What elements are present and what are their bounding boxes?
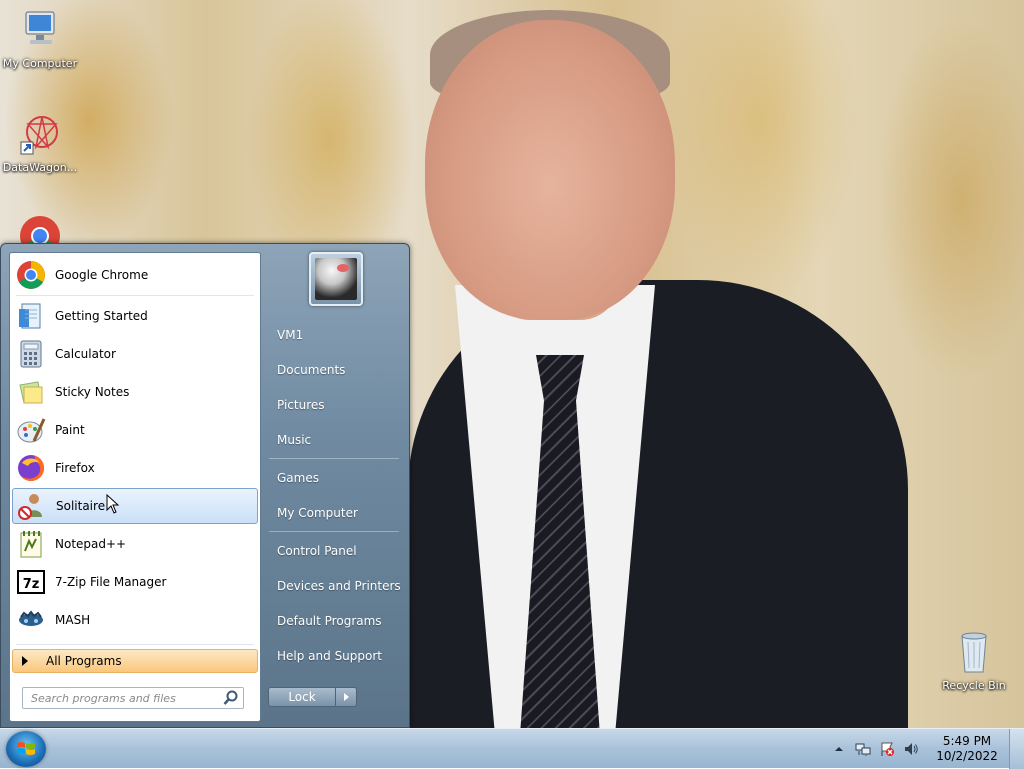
programs-pane: Google Chrome Getting Started Calculator…: [9, 252, 261, 722]
notepadpp-icon: [15, 528, 47, 560]
program-item-paint[interactable]: Paint: [12, 412, 258, 448]
desktop-icon-label: Recycle Bin: [942, 679, 1006, 692]
program-item-sticky-notes[interactable]: Sticky Notes: [12, 374, 258, 410]
right-item-label: Default Programs: [277, 614, 382, 628]
divider: [269, 458, 399, 459]
all-programs-button[interactable]: All Programs: [12, 649, 258, 673]
desktop-icon-datawagon[interactable]: DataWagon...: [0, 112, 80, 174]
paint-icon: [15, 414, 47, 446]
system-tray: 5:49 PM 10/2/2022: [827, 729, 1024, 769]
all-programs-label: All Programs: [46, 654, 122, 668]
program-label: Firefox: [55, 461, 95, 475]
show-hidden-icons-icon[interactable]: [831, 741, 847, 757]
right-item-games[interactable]: Games: [265, 464, 403, 492]
arrow-right-icon: [22, 656, 28, 666]
desktop-icon-label: My Computer: [2, 57, 78, 70]
solitaire-icon: [16, 490, 48, 522]
lock-button[interactable]: Lock: [268, 687, 336, 707]
right-item-label: Pictures: [277, 398, 325, 412]
right-item-default-programs[interactable]: Default Programs: [265, 607, 403, 635]
search-input[interactable]: [29, 690, 222, 706]
datawagon-icon: [20, 116, 58, 155]
desktop-icon-my-computer[interactable]: My Computer: [0, 8, 80, 70]
right-item-control-panel[interactable]: Control Panel: [265, 537, 403, 565]
search-icon[interactable]: [222, 689, 240, 707]
mash-icon: [15, 604, 47, 636]
shutdown-options-button[interactable]: [336, 687, 357, 707]
right-item-label: Control Panel: [277, 544, 357, 558]
recycle-bin-icon: [961, 632, 987, 673]
clock-date: 10/2/2022: [936, 749, 998, 763]
program-label: Getting Started: [55, 309, 148, 323]
mouse-cursor-icon: [106, 494, 120, 514]
taskbar: 5:49 PM 10/2/2022: [0, 728, 1024, 769]
program-label: Notepad++: [55, 537, 127, 551]
right-item-label: Help and Support: [277, 649, 382, 663]
right-item-music[interactable]: Music: [265, 426, 403, 454]
start-menu: Google Chrome Getting Started Calculator…: [0, 243, 410, 728]
lock-label: Lock: [288, 690, 316, 704]
program-item-calculator[interactable]: Calculator: [12, 336, 258, 372]
program-label: Paint: [55, 423, 85, 437]
program-item-getting-started[interactable]: Getting Started: [12, 298, 258, 334]
turntable-icon: [315, 258, 357, 300]
program-label: MASH: [55, 613, 91, 627]
program-item-notepadpp[interactable]: Notepad++: [12, 526, 258, 562]
divider: [16, 295, 254, 296]
show-desktop-button[interactable]: [1009, 729, 1024, 769]
windows-logo-icon: [17, 742, 35, 755]
right-item-label: Games: [277, 471, 319, 485]
7zip-icon: 7z: [15, 566, 47, 598]
program-label: Solitaire: [56, 499, 106, 513]
program-item-7zip[interactable]: 7z 7-Zip File Manager: [12, 564, 258, 600]
right-item-my-computer[interactable]: My Computer: [265, 499, 403, 527]
right-item-pictures[interactable]: Pictures: [265, 391, 403, 419]
right-item-label: Music: [277, 433, 312, 447]
divider: [16, 644, 254, 645]
sticky-notes-icon: [15, 376, 47, 408]
program-item-solitaire[interactable]: Solitaire: [12, 488, 258, 524]
program-label: 7-Zip File Manager: [55, 575, 167, 589]
action-center-flag-icon[interactable]: [879, 741, 895, 757]
clock-time: 5:49 PM: [942, 734, 992, 748]
firefox-icon: [15, 452, 47, 484]
search-box[interactable]: [22, 687, 244, 709]
program-item-mash[interactable]: MASH: [12, 602, 258, 638]
right-item-label: Devices and Printers: [277, 579, 401, 593]
desktop-icon-recycle-bin[interactable]: Recycle Bin: [934, 630, 1014, 692]
volume-icon[interactable]: [903, 741, 919, 757]
svg-text:7z: 7z: [23, 577, 40, 592]
arrow-right-icon: [343, 693, 349, 701]
clock[interactable]: 5:49 PM 10/2/2022: [931, 734, 1003, 764]
right-item-devices-and-printers[interactable]: Devices and Printers: [265, 572, 403, 600]
right-item-vm1[interactable]: VM1: [265, 321, 403, 349]
calculator-icon: [15, 338, 47, 370]
right-item-label: My Computer: [277, 506, 358, 520]
computer-icon: [25, 11, 55, 44]
chrome-icon: [15, 259, 47, 291]
program-item-google-chrome[interactable]: Google Chrome: [12, 257, 258, 293]
right-item-label: VM1: [277, 328, 304, 342]
divider: [269, 531, 399, 532]
program-label: Sticky Notes: [55, 385, 130, 399]
network-icon[interactable]: [855, 741, 871, 757]
program-label: Google Chrome: [55, 268, 149, 282]
user-picture[interactable]: [309, 252, 363, 306]
getting-started-icon: [15, 300, 47, 332]
wallpaper-head: [425, 20, 675, 320]
desktop-icon-label: DataWagon...: [2, 161, 78, 174]
program-label: Calculator: [55, 347, 116, 361]
right-item-label: Documents: [277, 363, 346, 377]
right-item-documents[interactable]: Documents: [265, 356, 403, 384]
start-button[interactable]: [6, 731, 46, 767]
program-item-firefox[interactable]: Firefox: [12, 450, 258, 486]
right-item-help-and-support[interactable]: Help and Support: [265, 642, 403, 670]
